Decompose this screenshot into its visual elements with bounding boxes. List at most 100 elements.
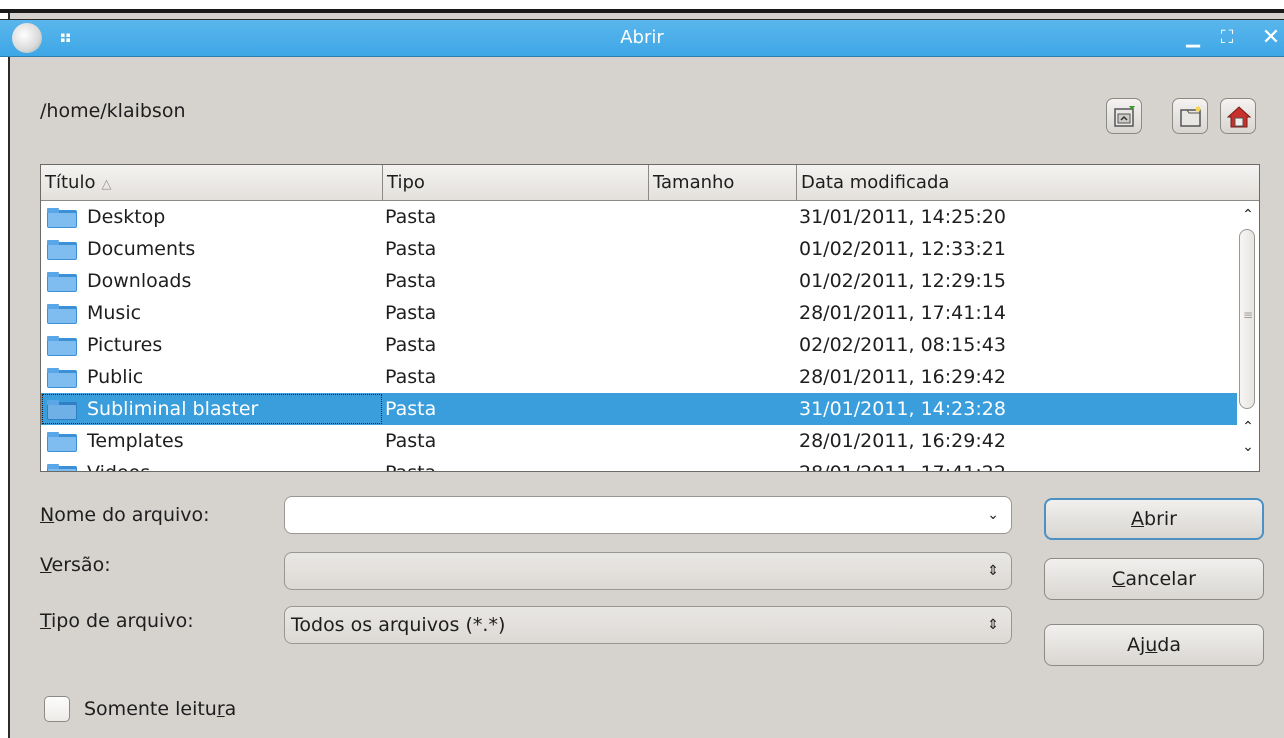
file-date: 01/02/2011, 12:29:15 <box>799 270 1006 292</box>
readonly-label[interactable]: Somente leitura <box>84 698 236 720</box>
file-date: 01/02/2011, 12:33:21 <box>799 238 1006 260</box>
home-icon <box>1227 106 1251 128</box>
close-icon[interactable]: ✕ <box>1258 24 1284 52</box>
version-label-accel: V <box>40 554 52 576</box>
file-type: Pasta <box>385 430 437 452</box>
scroll-down-icon[interactable]: ⌄ <box>1237 437 1259 457</box>
filename-label-accel: N <box>40 504 55 526</box>
folder-icon <box>47 272 77 292</box>
folder-icon <box>47 400 77 420</box>
file-date: 31/01/2011, 14:23:28 <box>799 398 1006 420</box>
file-row-public[interactable]: Public Pasta 28/01/2011, 16:29:42 <box>41 361 1237 393</box>
file-list-header: Título △ Tipo Tamanho Data modificada <box>41 165 1259 201</box>
column-tamanho-label: Tamanho <box>653 172 735 193</box>
file-name: Music <box>87 302 142 324</box>
open-button[interactable]: Abrir <box>1044 498 1264 540</box>
readonly-label-accel: r <box>216 698 225 720</box>
scroll-up-lower-icon[interactable]: ⌃ <box>1237 417 1259 437</box>
file-row-documents[interactable]: Documents Pasta 01/02/2011, 12:33:21 <box>41 233 1237 265</box>
column-header-titulo[interactable]: Título △ <box>41 165 383 200</box>
column-header-tipo[interactable]: Tipo <box>383 165 649 200</box>
file-row-desktop[interactable]: Desktop Pasta 31/01/2011, 14:25:20 <box>41 201 1237 233</box>
new-folder-icon <box>1180 106 1201 127</box>
cancel-button-label: ancelar <box>1125 568 1196 590</box>
file-date: 28/01/2011, 17:41:22 <box>799 457 1006 471</box>
folder-icon <box>47 464 77 471</box>
folder-icon <box>47 304 77 324</box>
screen-top-edge <box>0 0 1284 13</box>
folder-icon <box>47 432 77 452</box>
file-list[interactable]: Título △ Tipo Tamanho Data modificada Des… <box>40 164 1260 472</box>
sort-ascending-icon: △ <box>101 177 112 192</box>
title-bar[interactable]: ⠶ Abrir ▁ ⛶ ✕ <box>0 19 1284 57</box>
chevron-down-icon[interactable]: ⌄ <box>987 497 999 533</box>
readonly-label-post: a <box>224 698 237 720</box>
readonly-label-pre: Somente leitu <box>84 698 217 720</box>
file-name: Documents <box>87 238 196 260</box>
home-button[interactable] <box>1220 98 1256 134</box>
filetype-value: Todos os arquivos (*.*) <box>291 614 506 636</box>
file-date: 28/01/2011, 16:29:42 <box>799 366 1006 388</box>
file-type: Pasta <box>385 334 437 356</box>
vertical-scrollbar[interactable]: ⌃ ⌃ ⌄ <box>1237 201 1259 471</box>
file-type: Pasta <box>385 457 436 471</box>
current-path: /home/klaibson <box>40 100 186 122</box>
file-type: Pasta <box>385 270 437 292</box>
filetype-label-accel: T <box>40 610 52 632</box>
file-name: Pictures <box>87 334 163 356</box>
column-tipo-label: Tipo <box>387 172 425 193</box>
file-row-pictures[interactable]: Pictures Pasta 02/02/2011, 08:15:43 <box>41 329 1237 361</box>
file-row-templates[interactable]: Templates Pasta 28/01/2011, 16:29:42 <box>41 425 1237 457</box>
column-header-tamanho[interactable]: Tamanho <box>649 165 797 200</box>
open-button-label: brir <box>1144 508 1177 530</box>
help-button-label-pre: Aj <box>1126 634 1146 656</box>
new-folder-button[interactable] <box>1172 98 1208 134</box>
help-button-label-post: da <box>1157 634 1182 656</box>
file-row-subliminal-blaster[interactable]: Subliminal blaster Pasta 31/01/2011, 14:… <box>41 393 1237 425</box>
file-name: Desktop <box>87 206 166 228</box>
filetype-label-text: ipo de arquivo: <box>51 610 194 632</box>
scroll-up-icon[interactable]: ⌃ <box>1237 205 1259 225</box>
help-button[interactable]: Ajuda <box>1044 624 1264 666</box>
updown-arrows-icon: ⇕ <box>987 563 999 579</box>
folder-icon <box>47 240 77 260</box>
file-row-downloads[interactable]: Downloads Pasta 01/02/2011, 12:29:15 <box>41 265 1237 297</box>
file-name: Templates <box>87 430 184 452</box>
folder-icon <box>47 336 77 356</box>
file-type: Pasta <box>385 206 437 228</box>
file-date: 31/01/2011, 14:25:20 <box>799 206 1006 228</box>
readonly-checkbox[interactable] <box>44 696 70 722</box>
cancel-button[interactable]: Cancelar <box>1044 558 1264 600</box>
file-name: Public <box>87 366 144 388</box>
file-type: Pasta <box>385 398 437 420</box>
folder-up-button[interactable] <box>1106 98 1142 134</box>
file-name: Downloads <box>87 270 192 292</box>
filetype-label: Tipo de arquivo: <box>40 610 194 632</box>
filetype-select[interactable]: Todos os arquivos (*.*) ⇕ <box>284 606 1012 644</box>
file-row-music[interactable]: Music Pasta 28/01/2011, 17:41:14 <box>41 297 1237 329</box>
file-row-videos[interactable]: Videos Pasta 28/01/2011, 17:41:22 <box>41 457 1237 471</box>
folder-icon <box>47 208 77 228</box>
filename-combo[interactable]: ⌄ <box>284 496 1012 534</box>
file-date: 28/01/2011, 17:41:14 <box>799 302 1006 324</box>
filename-label: Nome do arquivo: <box>40 504 210 526</box>
file-type: Pasta <box>385 366 437 388</box>
column-data-label: Data modificada <box>801 172 950 193</box>
scroll-thumb[interactable] <box>1239 229 1255 409</box>
version-label-text: ersão: <box>51 554 111 576</box>
minimize-icon[interactable]: ▁ <box>1180 24 1206 52</box>
version-label: Versão: <box>40 554 111 576</box>
maximize-icon[interactable]: ⛶ <box>1214 24 1240 52</box>
open-button-accel: A <box>1131 508 1145 530</box>
window-title: Abrir <box>620 27 664 48</box>
column-titulo-label: Título <box>45 172 96 193</box>
file-name: Subliminal blaster <box>87 398 259 420</box>
filename-label-text: ome do arquivo: <box>54 504 210 526</box>
cancel-button-accel: C <box>1112 568 1126 590</box>
file-date: 28/01/2011, 16:29:42 <box>799 430 1006 452</box>
file-type: Pasta <box>385 238 437 260</box>
column-header-data[interactable]: Data modificada <box>797 165 1259 200</box>
folder-up-icon <box>1114 106 1135 127</box>
folder-icon <box>47 368 77 388</box>
version-select[interactable]: ⇕ <box>284 552 1012 590</box>
